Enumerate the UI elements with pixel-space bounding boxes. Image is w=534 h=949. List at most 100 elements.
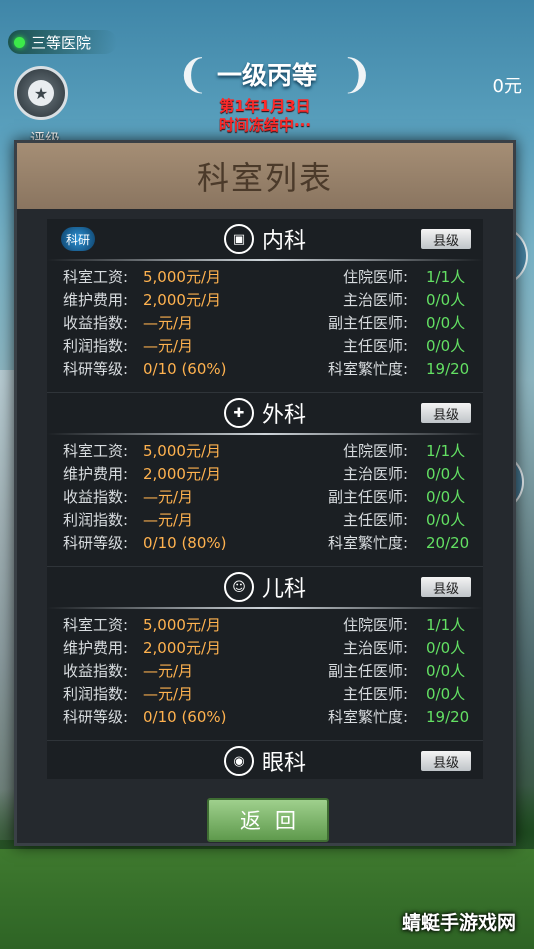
chief-label: 主任医师: — [342, 337, 408, 355]
department-card[interactable]: ☺ 儿科 县级 科室工资: 5,000元/月 住院医师: 1/1人 维护费用: … — [47, 567, 483, 741]
department-name: 儿科 — [261, 577, 306, 602]
stat-row: 利润指数: —元/月 主任医师: 0/0人 — [47, 508, 483, 531]
attending-value: 0/0人 — [426, 291, 466, 309]
eye-icon: ◉ — [223, 746, 254, 776]
attending-label: 主治医师: — [342, 639, 408, 657]
assoc-chief-label: 副主任医师: — [327, 662, 408, 680]
stat-row: 收益指数: —元/月 副主任医师: 0/0人 — [47, 311, 483, 334]
department-name: 内科 — [261, 229, 306, 254]
dialog-title: 科室列表 — [196, 159, 333, 197]
date-display: 第1年1月3日 时间冻结中··· — [170, 97, 360, 135]
profit-label: 利润指数: — [63, 685, 129, 703]
research-level-label: 科研等级: — [63, 534, 129, 552]
attending-label: 主治医师: — [342, 465, 408, 483]
internal-medicine-icon: ▣ — [223, 224, 254, 254]
research-level-value: 0/10 (60%) — [143, 707, 227, 726]
department-level-badge: 县级 — [421, 403, 471, 423]
stat-row: 维护费用: 2,000元/月 主治医师: 0/0人 — [47, 288, 483, 311]
research-level-value: 0/10 (80%) — [143, 533, 227, 552]
stat-row: 科室工资: 5,000元/月 住院医师: 1/1人 — [47, 439, 483, 462]
department-name: 外科 — [261, 403, 306, 428]
maintenance-label: 维护费用: — [63, 291, 129, 309]
assoc-chief-value: 0/0人 — [426, 662, 466, 680]
maintenance-value: 2,000元/月 — [143, 291, 221, 309]
busy-label: 科室繁忙度: — [327, 708, 408, 726]
department-level-badge: 县级 — [421, 751, 471, 771]
hospital-rank-title: 一级丙等 — [216, 61, 317, 90]
income-value: —元/月 — [143, 314, 194, 332]
medal-icon: ★ — [28, 80, 54, 106]
busy-label: 科室繁忙度: — [327, 534, 408, 552]
attending-value: 0/0人 — [426, 465, 466, 483]
assoc-chief-value: 0/0人 — [426, 488, 466, 506]
stat-row: 科研等级: 0/10 (60%) 科室繁忙度: 19/20 — [47, 705, 483, 728]
stat-row: 科室工资: 5,000元/月 住院医师: 1/1人 — [47, 265, 483, 288]
department-level-badge: 县级 — [421, 577, 471, 597]
department-card[interactable]: ◉ 眼科 县级 — [47, 741, 483, 779]
assoc-chief-value: 0/0人 — [426, 314, 466, 332]
return-button[interactable]: 返回 — [207, 798, 329, 842]
pediatrics-icon: ☺ — [223, 572, 254, 602]
income-label: 收益指数: — [63, 662, 129, 680]
divider — [47, 259, 483, 261]
department-card[interactable]: 科研 ▣ 内科 县级 科室工资: 5,000元/月 住院医师: 1/1人 维护费… — [47, 219, 483, 393]
department-level-badge: 县级 — [421, 229, 471, 249]
attending-label: 主治医师: — [342, 291, 408, 309]
stat-row: 利润指数: —元/月 主任医师: 0/0人 — [47, 334, 483, 357]
hospital-level-label: 三等医院 — [8, 30, 118, 54]
salary-value: 5,000元/月 — [143, 442, 221, 460]
research-level-label: 科研等级: — [63, 360, 129, 378]
department-header: ✚ 外科 — [47, 393, 483, 433]
department-header: ◉ 眼科 — [47, 741, 483, 779]
stat-row: 收益指数: —元/月 副主任医师: 0/0人 — [47, 485, 483, 508]
divider — [47, 433, 483, 435]
income-value: —元/月 — [143, 662, 194, 680]
hospital-level-text: 三等医院 — [31, 33, 92, 52]
income-value: —元/月 — [143, 488, 194, 506]
status-dot-icon — [14, 36, 25, 48]
surgery-icon: ✚ — [223, 398, 254, 428]
chief-label: 主任医师: — [342, 511, 408, 529]
chief-label: 主任医师: — [342, 685, 408, 703]
resident-label: 住院医师: — [342, 616, 408, 634]
profit-label: 利润指数: — [63, 337, 129, 355]
salary-label: 科室工资: — [63, 442, 129, 460]
stat-row: 收益指数: —元/月 副主任医师: 0/0人 — [47, 659, 483, 682]
department-name: 眼科 — [261, 751, 306, 776]
salary-label: 科室工资: — [63, 616, 129, 634]
busy-label: 科室繁忙度: — [327, 360, 408, 378]
stat-row: 维护费用: 2,000元/月 主治医师: 0/0人 — [47, 636, 483, 659]
busy-value: 20/20 — [426, 533, 470, 552]
attending-value: 0/0人 — [426, 639, 466, 657]
profit-value: —元/月 — [143, 511, 194, 529]
research-level-value: 0/10 (60%) — [143, 359, 227, 378]
stat-row: 科研等级: 0/10 (60%) 科室繁忙度: 19/20 — [47, 357, 483, 380]
maintenance-label: 维护费用: — [63, 639, 129, 657]
time-status: 时间冻结中··· — [218, 116, 312, 134]
resident-value: 1/1人 — [426, 268, 466, 286]
stat-row: 利润指数: —元/月 主任医师: 0/0人 — [47, 682, 483, 705]
department-list[interactable]: 科研 ▣ 内科 县级 科室工资: 5,000元/月 住院医师: 1/1人 维护费… — [47, 219, 483, 779]
stat-row: 科室工资: 5,000元/月 住院医师: 1/1人 — [47, 613, 483, 636]
salary-value: 5,000元/月 — [143, 616, 221, 634]
maintenance-value: 2,000元/月 — [143, 465, 221, 483]
stat-row: 科研等级: 0/10 (80%) 科室繁忙度: 20/20 — [47, 531, 483, 554]
stat-row: 维护费用: 2,000元/月 主治医师: 0/0人 — [47, 462, 483, 485]
department-header: ▣ 内科 — [47, 219, 483, 259]
profit-value: —元/月 — [143, 685, 194, 703]
assoc-chief-label: 副主任医师: — [327, 488, 408, 506]
divider — [47, 607, 483, 609]
game-date: 第1年1月3日 — [219, 97, 311, 115]
chief-value: 0/0人 — [426, 511, 466, 529]
income-label: 收益指数: — [63, 314, 129, 332]
maintenance-value: 2,000元/月 — [143, 639, 221, 657]
salary-label: 科室工资: — [63, 268, 129, 286]
income-label: 收益指数: — [63, 488, 129, 506]
department-list-dialog: 科室列表 科研 ▣ 内科 县级 科室工资: 5,000元/月 住院医师: 1/1… — [14, 140, 516, 846]
rating-button[interactable]: ★ — [14, 66, 68, 120]
resident-value: 1/1人 — [426, 616, 466, 634]
dialog-header: 科室列表 — [17, 143, 513, 209]
research-level-label: 科研等级: — [63, 708, 129, 726]
department-card[interactable]: ✚ 外科 县级 科室工资: 5,000元/月 住院医师: 1/1人 维护费用: … — [47, 393, 483, 567]
chief-value: 0/0人 — [426, 337, 466, 355]
